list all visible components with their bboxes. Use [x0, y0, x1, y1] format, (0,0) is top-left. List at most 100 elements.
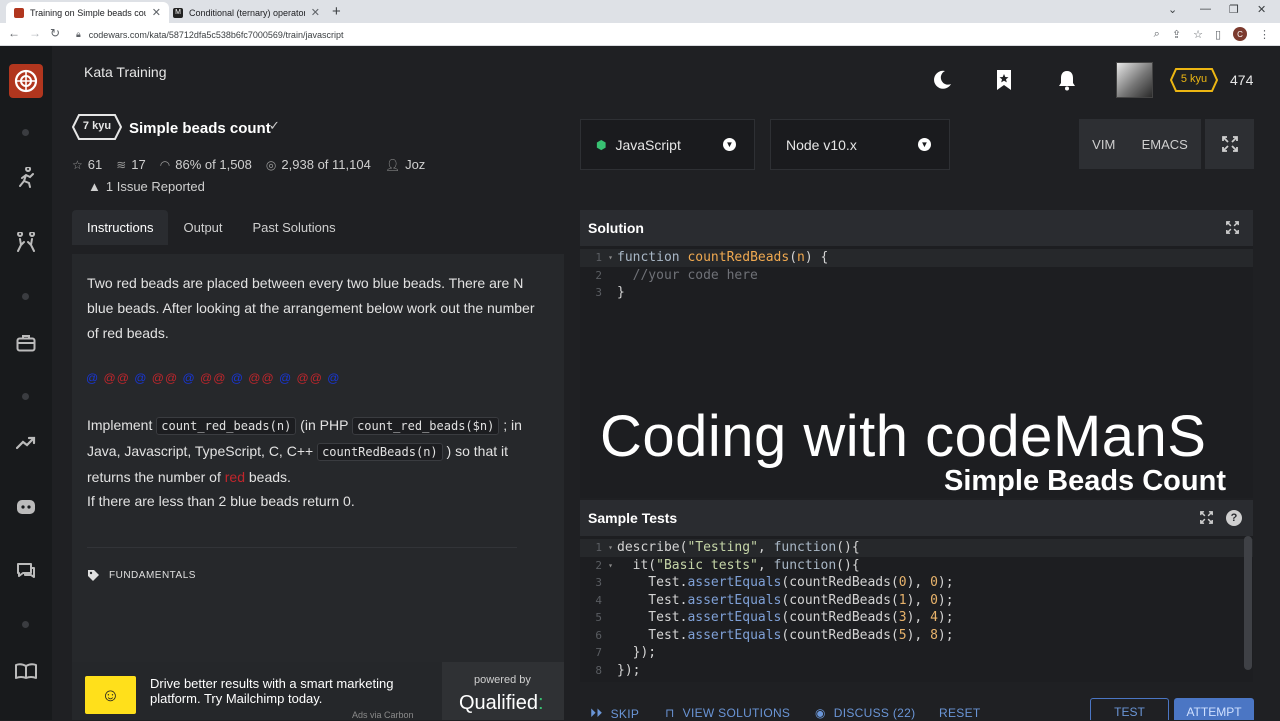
code-line: 4 Test.assertEquals(countRedBeads(1), 0)…: [580, 592, 1253, 610]
code-token: assertEquals: [687, 610, 782, 626]
zoom-icon[interactable]: ⌕: [1154, 28, 1160, 41]
ad-text[interactable]: Drive better results with a smart market…: [150, 676, 430, 706]
briefcase-icon[interactable]: [14, 331, 38, 355]
carbon-ad[interactable]: ☺ Drive better results with a smart mark…: [72, 662, 564, 720]
code-line: 2 ▾ it("Basic tests", function(){: [580, 557, 1253, 575]
tab-instructions[interactable]: Instructions: [72, 210, 169, 245]
code-number: 8: [930, 627, 938, 643]
satisfaction-votes: of 1,508: [204, 157, 252, 172]
line-number: 5: [595, 611, 602, 625]
sidebar-separator-dot: [22, 293, 29, 300]
sample-tests-editor[interactable]: 1 ▾ describe("Testing", function(){ 2 ▾ it…: [580, 536, 1253, 682]
attempt-button[interactable]: ATTEMPT: [1174, 698, 1254, 720]
code-token: (countRedBeads(: [781, 592, 899, 608]
kata-title: Simple beads count: [129, 120, 271, 137]
code-token: it(: [617, 557, 657, 573]
close-tab-icon[interactable]: ✕: [311, 6, 320, 19]
close-window-icon[interactable]: ✕: [1257, 3, 1266, 16]
tab-search-icon[interactable]: ⌄: [1168, 3, 1177, 16]
sample-tests-header: Sample Tests ?: [580, 500, 1253, 536]
leaderboard-trend-icon[interactable]: [14, 431, 38, 455]
stack-icon: ≋: [116, 158, 127, 172]
discuss-button[interactable]: ◉ DISCUSS (22): [815, 706, 915, 720]
tab-past-solutions[interactable]: Past Solutions: [238, 210, 351, 245]
fullscreen-button[interactable]: [1205, 119, 1254, 169]
minimize-icon[interactable]: —: [1200, 3, 1211, 15]
line-number: 8: [595, 663, 602, 677]
sidebar-panel-icon[interactable]: ▯: [1215, 28, 1221, 41]
forward-icon[interactable]: →: [29, 26, 41, 40]
code-token: (countRedBeads(: [781, 627, 899, 643]
expand-icon[interactable]: [1200, 511, 1213, 524]
fold-arrow-icon[interactable]: ▾: [604, 561, 617, 570]
discord-icon[interactable]: [14, 495, 38, 519]
fold-arrow-icon[interactable]: ▾: [604, 253, 617, 262]
back-icon[interactable]: ←: [8, 26, 20, 40]
profile-avatar[interactable]: C: [1233, 27, 1247, 41]
stars-stat[interactable]: ☆ 61: [72, 157, 102, 172]
bookmark-icon[interactable]: [992, 68, 1016, 92]
address-bar[interactable]: 🔒︎ codewars.com/kata/58712dfa5c538b6fc70…: [72, 25, 1152, 44]
author-stat[interactable]: 👤︎ Joz: [385, 157, 425, 172]
mailchimp-logo-icon[interactable]: ☺: [85, 676, 136, 714]
fold-arrow-icon[interactable]: ▾: [604, 543, 617, 552]
reset-button[interactable]: RESET: [939, 706, 981, 720]
skip-button[interactable]: ⏵⏵ SKIP: [590, 706, 639, 721]
code-line: 8 });: [580, 662, 1253, 680]
chat-bubble-icon: ◉: [815, 706, 826, 720]
collections-stat[interactable]: ≋ 17: [116, 157, 146, 172]
warning-icon: ▲: [88, 179, 101, 194]
dark-mode-moon-icon[interactable]: [930, 68, 954, 92]
expand-icon[interactable]: [1226, 221, 1239, 234]
code-number: 0: [930, 592, 938, 608]
browser-tab-kata[interactable]: Training on Simple beads count | ✕: [6, 2, 169, 23]
text: beads.: [244, 469, 291, 485]
test-button[interactable]: TEST: [1090, 698, 1169, 720]
line-number: 3: [595, 286, 602, 300]
qualified-branding[interactable]: powered by Qualified:: [442, 662, 564, 720]
close-tab-icon[interactable]: ✕: [152, 6, 161, 19]
issues-reported[interactable]: ▲ 1 Issue Reported: [88, 179, 205, 194]
code-line: 3 }: [580, 284, 1253, 302]
unlock-icon: ⊓: [665, 706, 675, 720]
red-highlight: red: [224, 469, 245, 485]
menu-kebab-icon[interactable]: ⋮: [1259, 28, 1270, 41]
code-number: 4: [930, 610, 938, 626]
docs-book-icon[interactable]: [14, 659, 38, 683]
discussions-chat-icon[interactable]: [14, 559, 38, 583]
satisfaction-stat: ◠ 86% of 1,508: [160, 157, 252, 172]
help-icon[interactable]: ?: [1226, 510, 1242, 526]
blue-bead: @: [327, 371, 341, 385]
code-token: (){: [836, 540, 860, 556]
share-icon[interactable]: ⇪: [1172, 28, 1181, 41]
bookmark-star-icon[interactable]: ☆: [1193, 28, 1203, 41]
ad-via-text[interactable]: Ads via Carbon: [352, 710, 414, 720]
app-sidebar: [0, 46, 52, 720]
compete-icon[interactable]: [14, 231, 38, 255]
inline-code: countRedBeads(n): [317, 443, 443, 461]
tab-output[interactable]: Output: [168, 210, 237, 245]
code-string: "Basic tests": [656, 557, 758, 573]
tests-scrollbar[interactable]: [1244, 536, 1252, 670]
restore-icon[interactable]: ❐: [1229, 3, 1239, 16]
codewars-logo-icon[interactable]: [9, 64, 43, 98]
language-select[interactable]: ⬢ JavaScript ▼: [580, 119, 755, 170]
tag-fundamentals[interactable]: FUNDAMENTALS: [87, 569, 196, 582]
practice-icon[interactable]: [14, 166, 38, 190]
language-value: JavaScript: [615, 136, 681, 153]
user-avatar[interactable]: [1116, 62, 1153, 98]
keymap-toggle: VIM EMACS: [1079, 119, 1201, 169]
version-select[interactable]: Node v10.x ▼: [770, 119, 950, 170]
code-token: function: [773, 557, 837, 573]
inline-code: count_red_beads($n): [352, 417, 500, 435]
view-solutions-button[interactable]: ⊓ VIEW SOLUTIONS: [665, 706, 790, 720]
reload-icon[interactable]: ↻: [50, 26, 60, 40]
notifications-bell-icon[interactable]: [1055, 68, 1079, 92]
new-tab-button[interactable]: +: [332, 3, 341, 20]
star-icon: ☆: [72, 158, 83, 172]
emacs-mode-button[interactable]: EMACS: [1142, 137, 1188, 152]
browser-tab-mdn[interactable]: M Conditional (ternary) operator - J ✕: [165, 2, 328, 23]
beads-arrangement: @ @@ @ @@ @ @@ @ @@ @ @@ @: [86, 371, 340, 385]
user-rank-badge[interactable]: 5 kyu: [1170, 68, 1218, 92]
vim-mode-button[interactable]: VIM: [1092, 137, 1115, 152]
